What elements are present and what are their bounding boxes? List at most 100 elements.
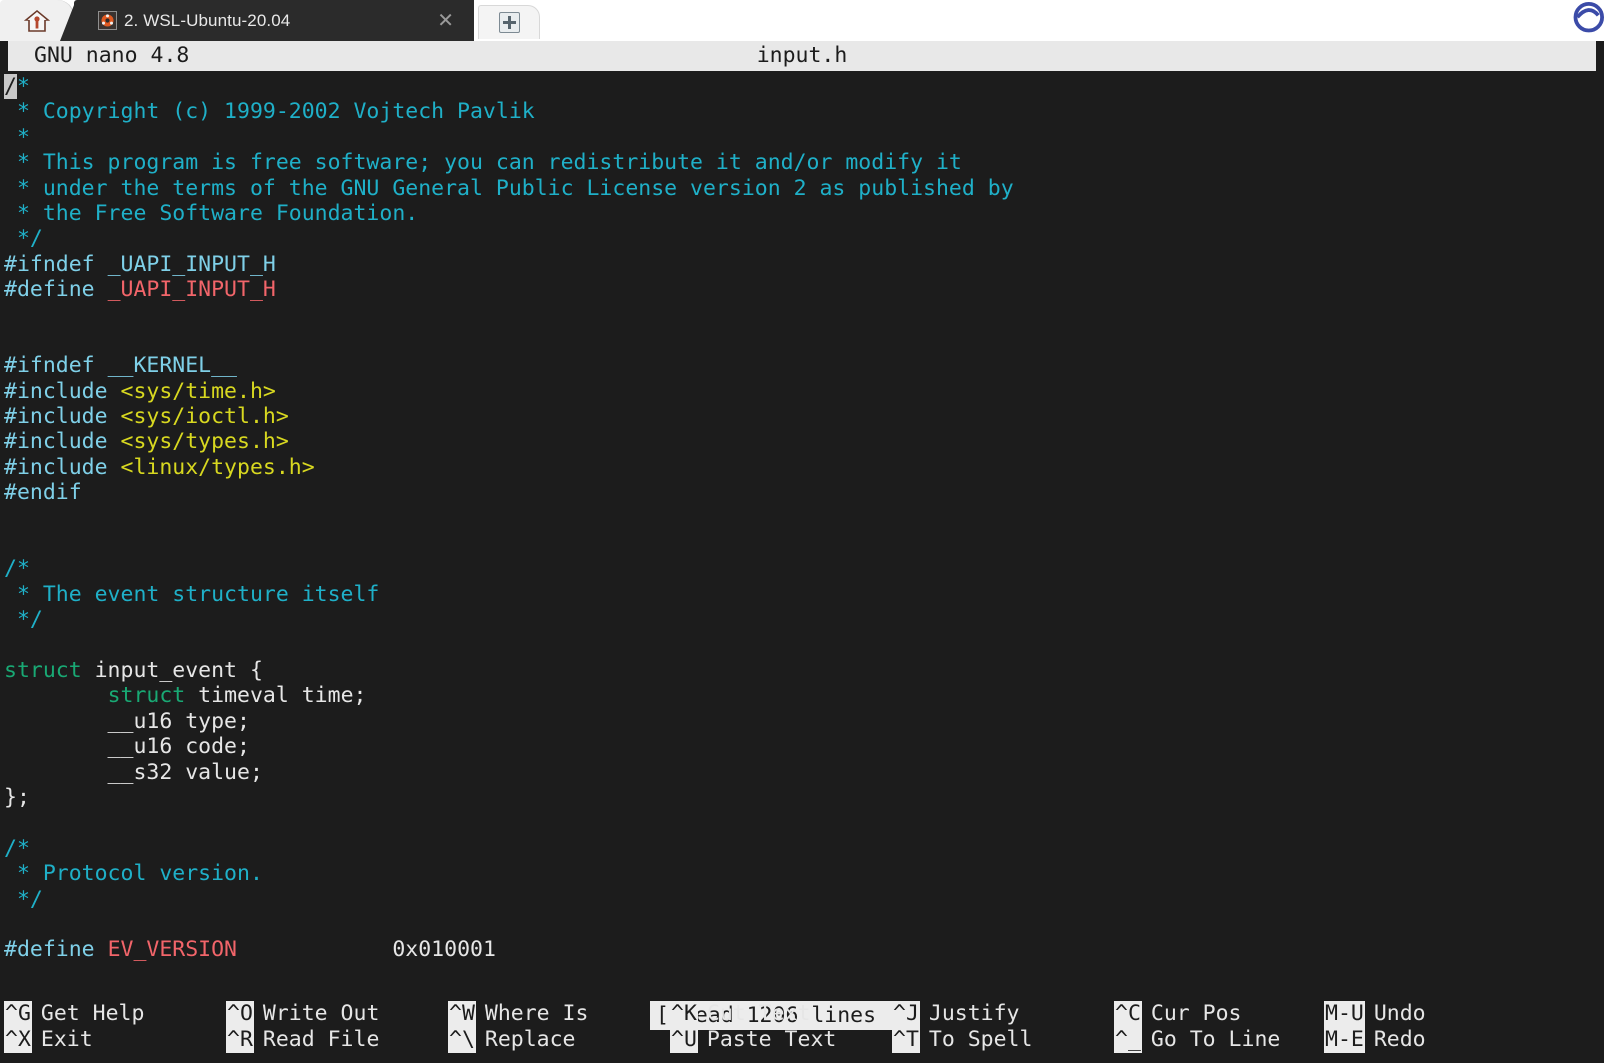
shortcut-label: Cur Pos — [1150, 1001, 1242, 1026]
home-icon — [24, 8, 50, 34]
code-line: #endif — [4, 480, 1604, 505]
shortcut-label: Read File — [262, 1027, 380, 1052]
code-line: #ifndef _UAPI_INPUT_H — [4, 252, 1604, 277]
window-tab-strip: 2. WSL-Ubuntu-20.04 ✕ — [0, 0, 1604, 41]
shortcut-key: M-U — [1324, 1001, 1365, 1027]
code-span: * Protocol version. — [4, 861, 263, 887]
code-span: #include — [4, 454, 121, 480]
shortcut-read-file[interactable]: ^R Read File — [226, 1027, 379, 1053]
code-span: #ifndef — [4, 353, 108, 379]
close-icon[interactable]: ✕ — [423, 11, 468, 31]
shortcut-paste-text[interactable]: ^U Paste Text — [670, 1027, 836, 1053]
code-line: #include <linux/types.h> — [4, 455, 1604, 480]
shortcut-label: Exit — [40, 1027, 93, 1052]
shortcut-key: ^J — [892, 1001, 920, 1027]
shortcut-key: ^R — [226, 1027, 254, 1053]
code-span — [4, 683, 108, 708]
shortcut-write-out[interactable]: ^O Write Out — [226, 1001, 379, 1027]
code-line: #include <sys/types.h> — [4, 429, 1604, 454]
code-line: */ — [4, 226, 1604, 251]
code-line: /* — [4, 836, 1604, 861]
shortcut-label: Redo — [1373, 1027, 1426, 1052]
code-line: */ — [4, 607, 1604, 632]
code-span: * This program is free software; you can… — [4, 150, 962, 176]
code-span: <sys/ioctl.h> — [120, 404, 289, 430]
code-span: EV_VERSION — [107, 937, 238, 963]
code-line: __u16 code; — [4, 734, 1604, 759]
edge-badge-icon[interactable] — [1560, 0, 1604, 41]
shortcut-exit[interactable]: ^X Exit — [4, 1027, 93, 1053]
code-line: * under the terms of the GNU General Pub… — [4, 176, 1604, 201]
shortcut-undo[interactable]: M-U Undo — [1324, 1001, 1426, 1027]
shortcut-label: Undo — [1373, 1001, 1426, 1026]
nano-title-bar: GNU nano 4.8 input.h — [8, 41, 1596, 71]
shortcut-justify[interactable]: ^J Justify — [892, 1001, 1020, 1027]
shortcut-key: M-E — [1324, 1027, 1365, 1053]
code-span: */ — [4, 226, 43, 252]
code-span: * under the terms of the GNU General Pub… — [4, 175, 1014, 201]
new-tab-button[interactable] — [478, 5, 540, 39]
code-span: /* — [4, 556, 30, 582]
code-line: #include <sys/ioctl.h> — [4, 404, 1604, 429]
shortcut-cur-pos[interactable]: ^C Cur Pos — [1114, 1001, 1242, 1027]
code-line: * The event structure itself — [4, 582, 1604, 607]
shortcut-label: Write Out — [262, 1001, 380, 1026]
code-span: __s32 value; — [4, 759, 263, 785]
code-line: __s32 value; — [4, 760, 1604, 785]
code-span: __u16 type; — [4, 708, 250, 734]
shortcut-go-to-line[interactable]: ^_ Go To Line — [1114, 1027, 1280, 1053]
code-span: #define — [4, 937, 108, 963]
shortcut-label: Paste Text — [706, 1027, 837, 1052]
plus-icon — [498, 12, 520, 33]
shortcut-key: ^C — [1114, 1001, 1142, 1027]
shortcut-label: To Spell — [928, 1027, 1033, 1052]
shortcut-redo[interactable]: M-E Redo — [1324, 1027, 1426, 1053]
code-span: __u16 code; — [4, 734, 250, 760]
shortcut-key: ^X — [4, 1027, 32, 1053]
code-line: * Protocol version. — [4, 861, 1604, 886]
code-span: _UAPI_INPUT_H — [107, 277, 276, 303]
shortcut-to-spell[interactable]: ^T To Spell — [892, 1027, 1032, 1053]
code-line: #define _UAPI_INPUT_H — [4, 277, 1604, 302]
shortcut-key: ^\ — [448, 1027, 476, 1053]
code-line: }; — [4, 785, 1604, 810]
nano-text-buffer[interactable]: /* * Copyright (c) 1999-2002 Vojtech Pav… — [0, 71, 1604, 976]
code-line: * This program is free software; you can… — [4, 150, 1604, 175]
shortcut-where-is[interactable]: ^W Where Is — [448, 1001, 588, 1027]
code-line: * Copyright (c) 1999-2002 Vojtech Pavlik — [4, 99, 1604, 124]
code-span: * — [4, 124, 30, 150]
shortcut-key: ^U — [670, 1027, 698, 1053]
code-line: #include <sys/time.h> — [4, 379, 1604, 404]
code-span: struct — [4, 657, 82, 683]
shortcut-label: Where Is — [484, 1001, 589, 1026]
code-span: _UAPI_INPUT_H — [107, 251, 276, 277]
code-line: struct timeval time; — [4, 683, 1604, 708]
code-span: #endif — [4, 480, 82, 506]
code-span: */ — [4, 607, 43, 633]
shortcut-cut-text[interactable]: ^K Cut Text — [670, 1001, 810, 1027]
tab-strip-spacer — [540, 0, 1560, 41]
shortcut-key: ^W — [448, 1001, 476, 1027]
code-span: <sys/types.h> — [120, 429, 289, 455]
code-line: /* — [4, 556, 1604, 581]
shortcut-replace[interactable]: ^\ Replace — [448, 1027, 576, 1053]
code-line: #ifndef __KERNEL__ — [4, 353, 1604, 378]
code-span: #ifndef — [4, 251, 108, 277]
code-span: */ — [4, 886, 43, 912]
code-span: __KERNEL__ — [107, 353, 238, 379]
code-span: #include — [4, 378, 121, 404]
code-span: #include — [4, 429, 121, 455]
nano-editor-window: GNU nano 4.8 input.h /* * Copyright (c) … — [0, 41, 1604, 1063]
code-span: input_event { — [81, 657, 263, 683]
code-span: <sys/time.h> — [120, 378, 276, 404]
ubuntu-icon — [98, 11, 117, 30]
shortcut-get-help[interactable]: ^G Get Help — [4, 1001, 144, 1027]
shortcut-label: Justify — [928, 1001, 1020, 1026]
code-span: struct — [107, 683, 186, 709]
terminal-tab[interactable]: 2. WSL-Ubuntu-20.04 ✕ — [60, 0, 474, 41]
code-span: * — [16, 74, 30, 99]
